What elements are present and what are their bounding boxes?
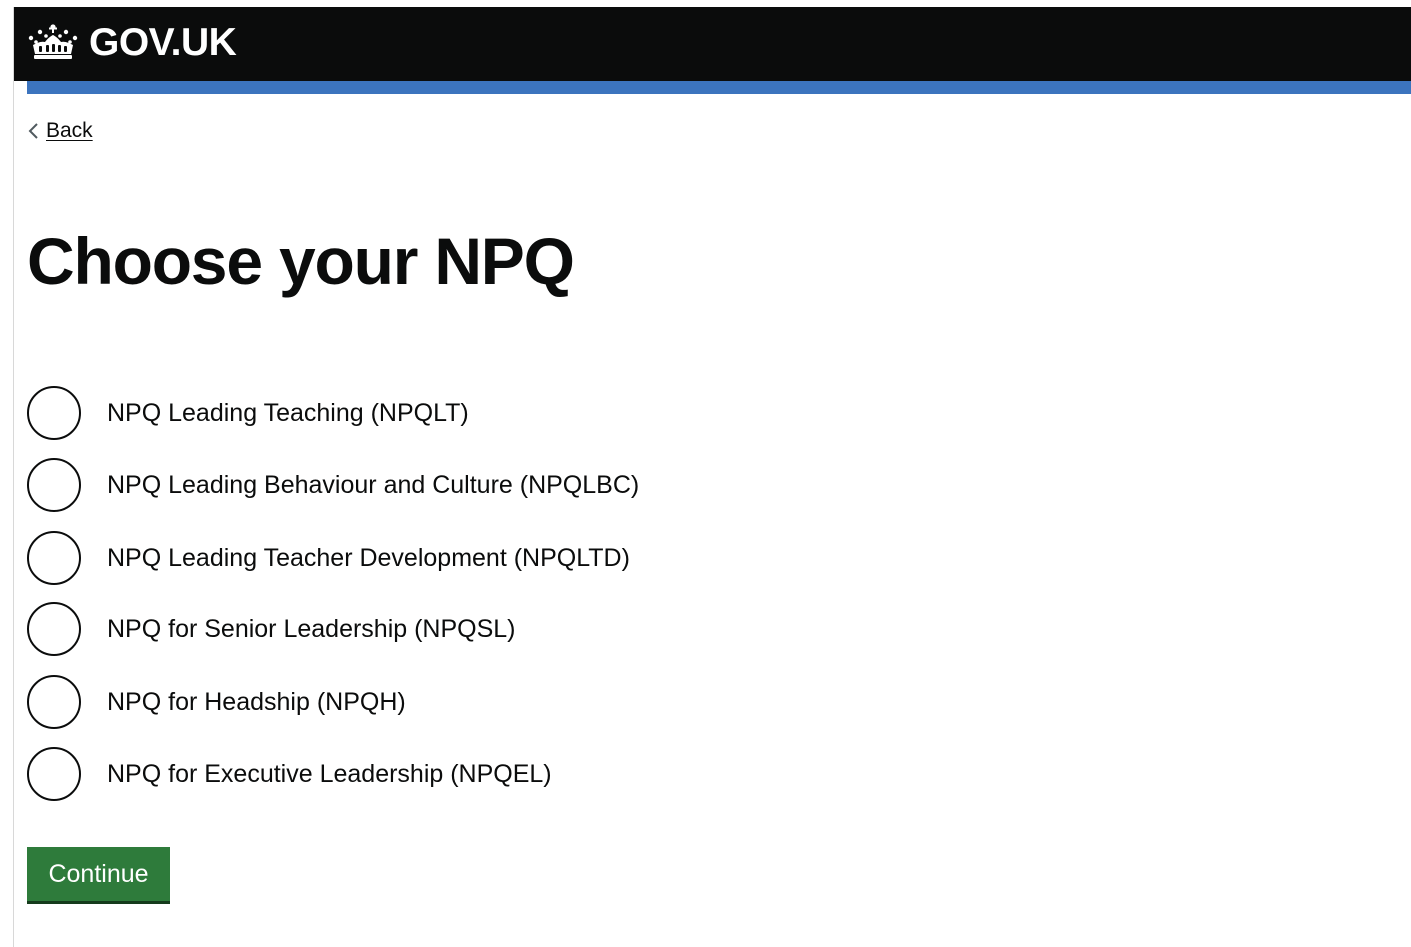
radio-label: NPQ for Headship (NPQH) — [107, 688, 406, 716]
radio-option-npqsl[interactable]: NPQ for Senior Leadership (NPQSL) — [27, 599, 927, 659]
site-header: GOV.UK — [14, 7, 1411, 81]
radio-option-npqlt[interactable]: NPQ Leading Teaching (NPQLT) — [27, 383, 927, 443]
radio-option-npqlbc[interactable]: NPQ Leading Behaviour and Culture (NPQLB… — [27, 455, 927, 515]
radio-option-npqltd[interactable]: NPQ Leading Teacher Development (NPQLTD) — [27, 528, 927, 588]
radio-button[interactable] — [27, 747, 81, 801]
radio-label: NPQ Leading Behaviour and Culture (NPQLB… — [107, 471, 640, 499]
radio-label: NPQ Leading Teaching (NPQLT) — [107, 399, 469, 427]
back-link[interactable]: Back — [27, 117, 93, 145]
crown-icon — [28, 24, 78, 59]
radio-button[interactable] — [27, 602, 81, 656]
page-frame: GOV.UK Back Choose your NPQ NPQ Leading … — [13, 7, 1411, 947]
radio-button[interactable] — [27, 458, 81, 512]
logo-text: GOV.UK — [89, 21, 237, 64]
back-link-label: Back — [46, 119, 93, 142]
radio-label: NPQ for Senior Leadership (NPQSL) — [107, 615, 516, 643]
radio-label: NPQ Leading Teacher Development (NPQLTD) — [107, 544, 630, 572]
radio-button[interactable] — [27, 531, 81, 585]
chevron-left-icon — [28, 123, 38, 139]
radio-button[interactable] — [27, 675, 81, 729]
radio-option-npqh[interactable]: NPQ for Headship (NPQH) — [27, 672, 927, 732]
govuk-logo-link[interactable]: GOV.UK — [27, 21, 237, 65]
radio-label: NPQ for Executive Leadership (NPQEL) — [107, 760, 552, 788]
radio-button[interactable] — [27, 386, 81, 440]
continue-button[interactable]: Continue — [27, 847, 170, 901]
radio-option-npqel[interactable]: NPQ for Executive Leadership (NPQEL) — [27, 744, 927, 804]
header-accent-bar — [27, 81, 1411, 94]
page-title: Choose your NPQ — [27, 224, 575, 298]
